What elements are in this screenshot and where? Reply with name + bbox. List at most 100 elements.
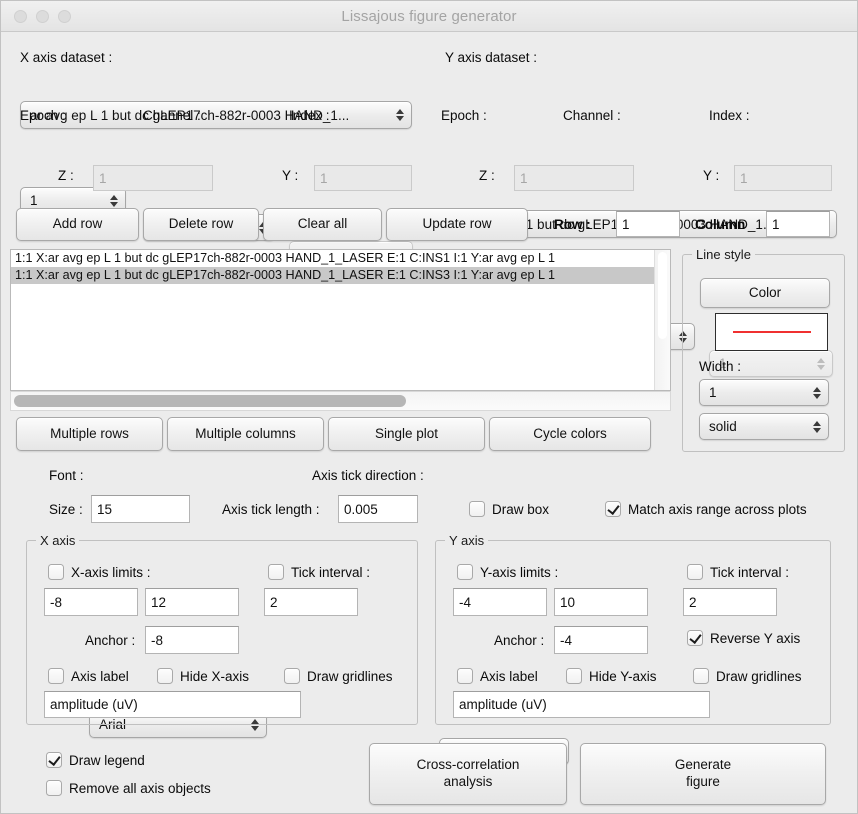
y-y-field[interactable]: 1 [734,165,832,191]
list-item[interactable]: 1:1 X:ar avg ep L 1 but dc gLEP17ch-882r… [11,267,670,284]
y-anchor-value: -4 [560,632,573,648]
y-tick-interval-checkbox[interactable]: Tick interval : [687,564,789,580]
generate-figure-line-2: figure [686,774,720,789]
line-style-dropdown[interactable]: solid [699,413,829,440]
cross-correlation-line-1: Cross-correlation [416,757,520,773]
line-color-preview [715,313,828,351]
checkbox-indicator [46,780,62,796]
y-limit-max-field[interactable]: 10 [554,588,648,616]
multiple-columns-button[interactable]: Multiple columns [167,417,324,451]
listbox-horizontal-scrollbar[interactable] [10,391,671,411]
axis-tick-direction-label: Axis tick direction : [312,468,424,483]
add-row-button[interactable]: Add row [16,208,139,241]
font-size-label: Size : [49,502,83,517]
y-z-field[interactable]: 1 [514,165,634,191]
generate-figure-line-1: Generate [674,757,732,773]
reverse-y-axis-label: Reverse Y axis [710,630,801,646]
axis-tick-length-field[interactable]: 0.005 [338,495,418,523]
x-limit-min-field[interactable]: -8 [44,588,138,616]
x-tick-interval-field[interactable]: 2 [264,588,358,616]
multiple-rows-button[interactable]: Multiple rows [16,417,163,451]
draw-box-checkbox[interactable]: Draw box [469,501,549,517]
listbox-horizontal-scroll-thumb[interactable] [14,395,406,407]
row-field[interactable]: 1 [616,211,680,237]
listbox-vertical-scroll-thumb[interactable] [658,252,667,339]
match-axis-range-checkbox[interactable]: Match axis range across plots [605,501,807,517]
y-draw-gridlines-checkbox[interactable]: Draw gridlines [693,668,802,684]
draw-legend-checkbox[interactable]: Draw legend [46,752,145,768]
chevron-updown-icon [812,384,821,402]
y-index-label: Index : [709,108,750,123]
x-y-field[interactable]: 1 [314,165,412,191]
update-row-button[interactable]: Update row [386,208,528,241]
single-plot-button[interactable]: Single plot [328,417,485,451]
chevron-updown-icon [395,106,404,124]
x-draw-gridlines-checkbox[interactable]: Draw gridlines [284,668,393,684]
x-y-value: 1 [320,170,328,186]
reverse-y-axis-checkbox[interactable]: Reverse Y axis [687,630,800,646]
plot-definition-listbox[interactable]: 1:1 X:ar avg ep L 1 but dc gLEP17ch-882r… [10,249,671,391]
hide-y-axis-label: Hide Y-axis [589,668,657,684]
remove-all-axis-objects-label: Remove all axis objects [69,780,211,796]
checkbox-indicator [268,564,284,580]
lissajous-figure-generator-window: Lissajous figure generator X axis datase… [0,0,858,814]
checkbox-indicator [693,668,709,684]
x-anchor-field[interactable]: -8 [145,626,239,654]
x-axis-limits-checkbox[interactable]: X-axis limits : [48,564,151,580]
hide-x-axis-checkbox[interactable]: Hide X-axis [157,668,249,684]
cross-correlation-analysis-button[interactable]: Cross-correlation analysis [369,743,567,805]
minimize-button[interactable] [36,9,49,23]
font-size-field[interactable]: 15 [91,495,190,523]
y-channel-label: Channel : [563,108,621,123]
y-draw-gridlines-label: Draw gridlines [716,668,802,684]
x-y-label: Y : [282,168,299,183]
cycle-colors-button[interactable]: Cycle colors [489,417,651,451]
x-limit-max-field[interactable]: 12 [145,588,239,616]
y-limit-min-field[interactable]: -4 [453,588,547,616]
column-field[interactable]: 1 [766,211,830,237]
x-anchor-value: -8 [151,632,164,648]
y-axis-dataset-label: Y axis dataset : [445,50,538,65]
checkbox-indicator [687,564,703,580]
y-epoch-label: Epoch : [441,108,487,123]
line-sample [732,331,811,333]
line-style-group: Line style Color Width : 1 solid [682,247,845,452]
window-controls [14,9,71,23]
y-axis-label-field[interactable]: amplitude (uV) [453,691,710,718]
zoom-button[interactable] [58,9,71,23]
x-axis-label-field[interactable]: amplitude (uV) [44,691,301,718]
color-button[interactable]: Color [700,278,830,308]
x-axis-dataset-dropdown[interactable]: ar avg ep L 1 but dc gLEP17ch-882r-0003 … [20,101,412,129]
x-epoch-label: Epoch : [20,108,66,123]
y-axis-group-title: Y axis [445,533,489,548]
x-axis-label-checkbox[interactable]: Axis label [48,668,129,684]
font-label: Font : [49,468,84,483]
remove-all-axis-objects-checkbox[interactable]: Remove all axis objects [46,780,211,796]
y-axis-label-checkbox[interactable]: Axis label [457,668,538,684]
x-tick-interval-checkbox[interactable]: Tick interval : [268,564,370,580]
x-draw-gridlines-label: Draw gridlines [307,668,393,684]
x-tick-interval-label: Tick interval : [291,564,371,580]
y-axis-limits-label: Y-axis limits : [480,564,559,580]
delete-row-button[interactable]: Delete row [143,208,259,241]
match-axis-range-label: Match axis range across plots [628,501,807,517]
x-axis-group-title: X axis [36,533,80,548]
close-button[interactable] [14,9,27,23]
x-z-field[interactable]: 1 [93,165,213,191]
checkbox-indicator [284,668,300,684]
list-item[interactable]: 1:1 X:ar avg ep L 1 but dc gLEP17ch-882r… [11,250,670,267]
line-style-value: solid [709,419,737,434]
column-value: 1 [772,216,780,232]
generate-figure-button[interactable]: Generate figure [580,743,826,805]
clear-all-button[interactable]: Clear all [263,208,382,241]
x-axis-group: X axis X-axis limits : Tick interval : -… [26,533,418,725]
y-tick-interval-field[interactable]: 2 [683,588,777,616]
checkbox-indicator [566,668,582,684]
y-anchor-field[interactable]: -4 [554,626,648,654]
listbox-vertical-scrollbar[interactable] [654,250,670,390]
y-axis-limits-checkbox[interactable]: Y-axis limits : [457,564,558,580]
y-limit-min-value: -4 [459,594,472,610]
line-width-dropdown[interactable]: 1 [699,379,829,406]
hide-y-axis-checkbox[interactable]: Hide Y-axis [566,668,657,684]
x-channel-label: Channel : [143,108,201,123]
